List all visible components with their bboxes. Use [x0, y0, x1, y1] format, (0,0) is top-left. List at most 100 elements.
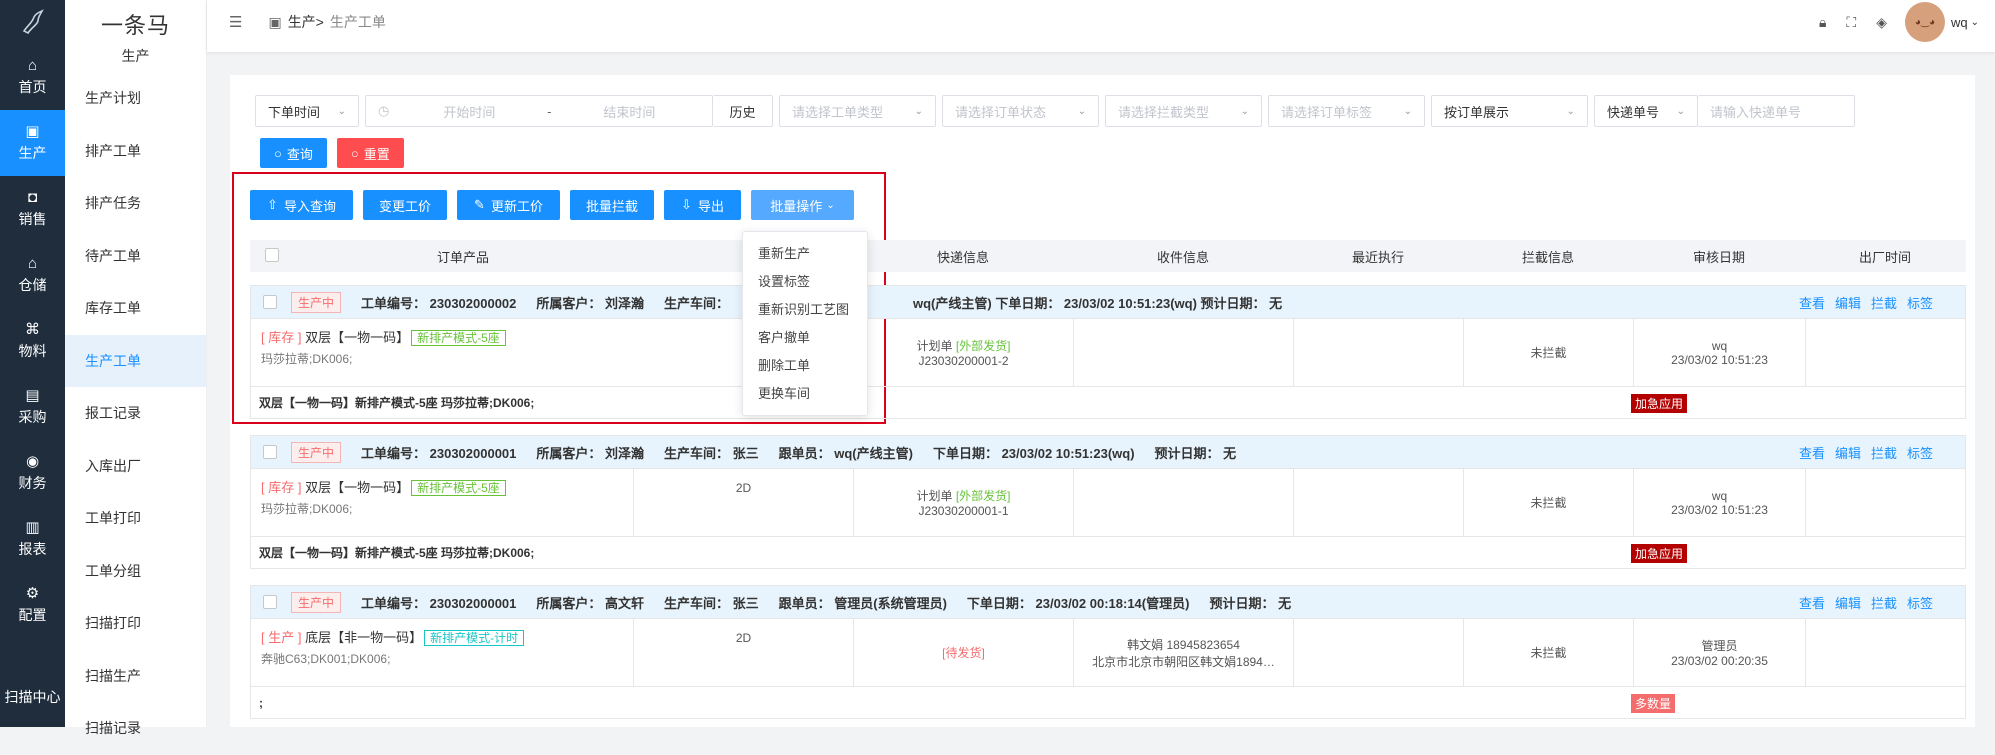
- order-footer-text: 双层【一物一码】新排产模式-5座 玛莎拉蒂;DK006;: [259, 546, 535, 560]
- order-no: 工单编号： 230302000002: [361, 295, 517, 311]
- chevron-down-icon[interactable]: ⌄: [1971, 17, 1979, 28]
- recent-exec-cell: [1294, 319, 1464, 386]
- intercept-link[interactable]: 拦截: [1871, 293, 1897, 312]
- history-button[interactable]: 历史: [713, 95, 773, 127]
- date-range-picker[interactable]: ◷ 开始时间 - 结束时间: [365, 95, 713, 127]
- lock-icon[interactable]: 🔒︎: [1819, 14, 1826, 31]
- header-tools: 🔒︎ ⛶ ◈ ◕‿◕ wq ⌄: [1799, 0, 1979, 44]
- nav-item-label: 采购: [18, 409, 47, 425]
- avatar[interactable]: ◕‿◕: [1904, 2, 1945, 42]
- view-link[interactable]: 查看: [1799, 443, 1825, 462]
- batch-ops-button[interactable]: 批量操作 ⌄: [751, 190, 854, 220]
- scan-center-link[interactable]: 扫描中心: [0, 687, 65, 707]
- row-checkbox[interactable]: [263, 445, 277, 459]
- tag-link[interactable]: 标签: [1907, 593, 1933, 612]
- collapse-menu-icon[interactable]: ☰: [229, 13, 242, 31]
- sidebar-item[interactable]: 排产工单: [65, 125, 206, 178]
- edit-link[interactable]: 编辑: [1835, 443, 1861, 462]
- sidebar-item[interactable]: 待产工单: [65, 230, 206, 283]
- sidebar-item[interactable]: 扫描记录: [65, 702, 206, 755]
- order-card: 生产中 工单编号： 230302000001 所属客户： 高文轩 生产车间： 张…: [250, 585, 1966, 719]
- nav-item[interactable]: ▤ 采购: [0, 374, 65, 440]
- update-price-label: 更新工价: [490, 198, 543, 214]
- workshop: 生产车间： 张三: [664, 595, 759, 611]
- product-spec: 玛莎拉蒂;DK006;: [261, 352, 353, 366]
- sidebar-item[interactable]: 入库出厂: [65, 440, 206, 493]
- sidebar-item[interactable]: 库存工单: [65, 282, 206, 335]
- sidebar-item[interactable]: 报工记录: [65, 387, 206, 440]
- row-checkbox[interactable]: [263, 295, 277, 309]
- menu-item-delete[interactable]: 删除工单: [743, 352, 867, 380]
- intercept-type-select[interactable]: 请选择拦截类型 ⌄: [1105, 95, 1262, 127]
- sidebar-item[interactable]: 工单分组: [65, 545, 206, 598]
- main-nav: ⌂ 首页 ▣ 生产 ◘ 销售 ⌂ 仓储 ⌘ 物料 ▤ 采购 ◉ 财务 ▥ 报表 ⚙ 配置 扫描中心: [0, 0, 65, 727]
- menu-item-reidentify[interactable]: 重新识别工艺图: [743, 296, 867, 324]
- nav-item[interactable]: ▥ 报表: [0, 506, 65, 572]
- intercept-link[interactable]: 拦截: [1871, 443, 1897, 462]
- breadcrumb-root[interactable]: 生产>: [288, 12, 324, 32]
- sidebar-item[interactable]: 工单打印: [65, 492, 206, 545]
- sidebar-item[interactable]: 生产工单: [65, 334, 206, 387]
- customer: 所属客户： 刘泽瀚: [536, 295, 645, 311]
- menu-item-reproduce[interactable]: 重新生产: [743, 240, 867, 268]
- batch-intercept-button[interactable]: 批量拦截: [570, 190, 654, 220]
- audit-user: wq: [1711, 488, 1728, 503]
- start-time-input[interactable]: 开始时间: [409, 102, 529, 121]
- order-time-select[interactable]: 下单时间 ⌄: [255, 95, 359, 127]
- edit-link[interactable]: 编辑: [1835, 293, 1861, 312]
- sidebar-item[interactable]: 扫描打印: [65, 597, 206, 650]
- finance-icon: ◉: [25, 453, 40, 470]
- view-link[interactable]: 查看: [1799, 593, 1825, 612]
- sidebar-item[interactable]: 生产计划: [65, 72, 206, 125]
- tag-link[interactable]: 标签: [1907, 293, 1933, 312]
- nav-item[interactable]: ⌂ 首页: [0, 44, 65, 110]
- express-number: J23030200001-2: [918, 354, 1009, 368]
- update-price-button[interactable]: ✎ 更新工价: [457, 190, 560, 220]
- stock-tag: [ 库存 ]: [261, 330, 302, 345]
- nav-item[interactable]: ▣ 生产: [0, 110, 65, 176]
- intercept-link[interactable]: 拦截: [1871, 593, 1897, 612]
- menu-item-cancel-order[interactable]: 客户撤单: [743, 324, 867, 352]
- order-tag-select[interactable]: 请选择订单标签 ⌄: [1268, 95, 1425, 127]
- audit-user: wq: [1711, 338, 1728, 353]
- audit-cell: 管理员 23/03/02 00:20:35: [1634, 619, 1806, 686]
- select-all-checkbox[interactable]: [264, 247, 279, 262]
- query-button[interactable]: ○ 查询: [260, 138, 327, 168]
- view-link[interactable]: 查看: [1799, 293, 1825, 312]
- express-cell: 计划单 [外部发货] J23030200001-1: [854, 469, 1074, 536]
- chevron-down-icon: ⌄: [1240, 105, 1249, 117]
- sidebar-item[interactable]: 排产任务: [65, 177, 206, 230]
- audit-time: 23/03/02 10:51:23: [1671, 352, 1768, 367]
- export-button[interactable]: ⇩ 导出: [664, 190, 741, 220]
- nav-item[interactable]: ◘ 销售: [0, 176, 65, 242]
- fullscreen-icon[interactable]: ⛶: [1846, 14, 1856, 31]
- brand-title: 一条马: [100, 13, 170, 38]
- nav-item[interactable]: ⌂ 仓储: [0, 242, 65, 308]
- table-header: 订单产品 快递信息 收件信息 最近执行 拦截信息 审核日期 出厂时间: [250, 240, 1966, 272]
- express-number-input[interactable]: 请输入快递单号: [1698, 95, 1855, 127]
- nav-item[interactable]: ⌘ 物料: [0, 308, 65, 374]
- order-date: 下单日期： 23/03/02 10:51:23(wq): [932, 445, 1135, 461]
- change-price-button[interactable]: 变更工价: [363, 190, 447, 220]
- material-icon: ⌘: [25, 321, 40, 338]
- edit-link[interactable]: 编辑: [1835, 593, 1861, 612]
- work-type-select[interactable]: 请选择工单类型 ⌄: [779, 95, 936, 127]
- menu-item-set-tag[interactable]: 设置标签: [743, 268, 867, 296]
- end-time-input[interactable]: 结束时间: [569, 102, 689, 121]
- sidebar-item[interactable]: 扫描生产: [65, 650, 206, 703]
- username[interactable]: wq: [1951, 15, 1968, 30]
- tag-link[interactable]: 标签: [1907, 443, 1933, 462]
- row-checkbox[interactable]: [263, 595, 277, 609]
- theme-icon[interactable]: ◈: [1876, 14, 1887, 31]
- nav-item[interactable]: ◉ 财务: [0, 440, 65, 506]
- reset-button[interactable]: ○ 重置: [336, 138, 404, 168]
- express-field-select[interactable]: 快递单号 ⌄: [1594, 95, 1698, 127]
- expected-date: 预计日期： 无: [1209, 595, 1292, 611]
- import-query-button[interactable]: ⇧ 导入查询: [250, 190, 353, 220]
- order-status-select[interactable]: 请选择订单状态 ⌄: [942, 95, 1099, 127]
- nav-item[interactable]: ⚙ 配置: [0, 572, 65, 638]
- nav-item-label: 首页: [18, 79, 47, 95]
- product-cell: [ 生产 ] 底层【非一物一码】 新排产模式-计时 奔驰C63;DK001;DK0…: [251, 619, 634, 686]
- display-mode-select[interactable]: 按订单展示 ⌄: [1431, 95, 1588, 127]
- menu-item-change-workshop[interactable]: 更换车间: [743, 380, 867, 408]
